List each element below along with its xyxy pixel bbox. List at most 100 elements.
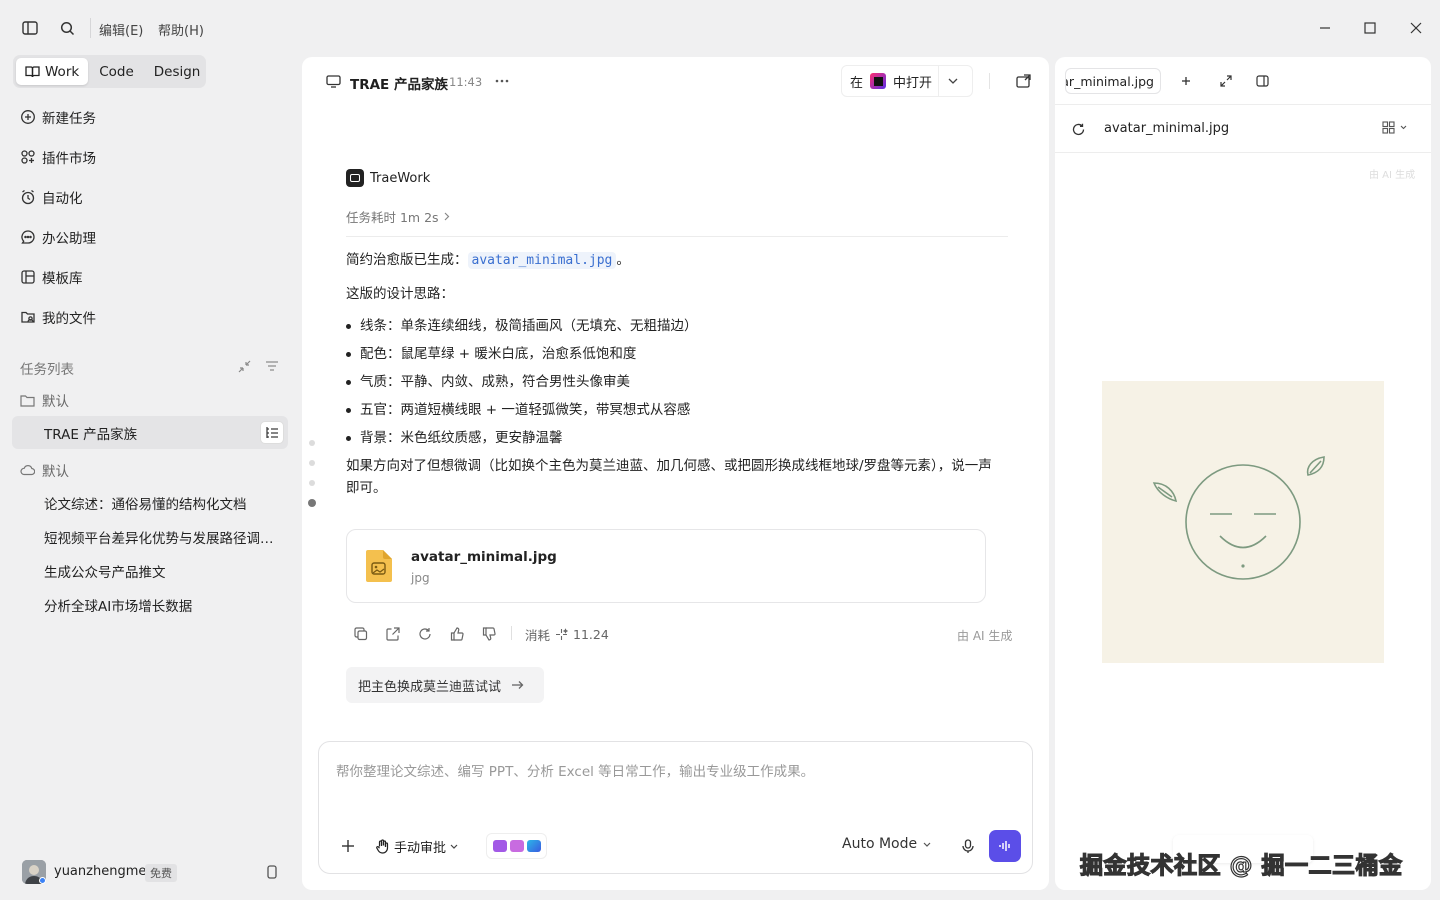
collapse-icon[interactable]: [235, 358, 253, 374]
mode-label: Auto Mode: [842, 836, 918, 852]
approval-dropdown[interactable]: 手动审批: [375, 837, 458, 856]
tab-design[interactable]: Design: [145, 58, 210, 85]
filter-icon[interactable]: [263, 358, 281, 374]
scroll-dot[interactable]: [309, 460, 315, 466]
my-files-icon: [21, 311, 35, 323]
doc-tool-icon: [526, 840, 541, 852]
suggestion-text: 把主色换成莫兰迪蓝试试: [358, 679, 502, 695]
refresh-icon[interactable]: [1069, 120, 1087, 138]
consume-value: 11.24: [573, 627, 609, 642]
bullet-text: 五官：两道短横线眼 + 一道轻弧微笑，带冥想式从容感: [360, 402, 691, 418]
task-list-title: 任务列表: [20, 362, 74, 378]
task-item[interactable]: 论文综述：通俗易懂的结构化文档: [12, 486, 288, 519]
nav-new-task[interactable]: 新建任务: [20, 106, 96, 128]
monitor-icon: [324, 73, 342, 89]
nav-template-library[interactable]: 模板库: [20, 266, 83, 288]
ai-generated-label: 由 AI 生成: [957, 629, 1013, 643]
scroll-dot[interactable]: [309, 480, 315, 486]
list-item: 背景：米色纸纹质感，更安静温馨: [346, 427, 1006, 449]
task-group-default[interactable]: 默认: [20, 390, 69, 410]
preview-panel: tar_minimal.jpg avatar_minimal.jpg 由 AI …: [1055, 57, 1431, 890]
open-in-prefix: 在: [850, 75, 864, 91]
agent-name: TraeWork: [370, 171, 431, 186]
sidebar-toggle-icon[interactable]: [20, 19, 40, 37]
task-outline-button[interactable]: [260, 421, 284, 444]
scroll-dot[interactable]: [309, 440, 315, 446]
nav-label: 模板库: [42, 271, 83, 287]
nav-plugin-market[interactable]: 插件市场: [20, 146, 96, 168]
menu-help[interactable]: 帮助(H): [158, 20, 204, 39]
scroll-dot-active[interactable]: [308, 499, 316, 507]
menu-edit[interactable]: 编辑(E): [99, 20, 143, 39]
avatar-image: [1102, 381, 1384, 663]
more-icon[interactable]: [492, 72, 512, 90]
intro-text: 简约治愈版已生成：: [346, 252, 468, 268]
file-card[interactable]: avatar_minimal.jpg jpg: [346, 529, 986, 603]
automation-icon: [21, 189, 35, 205]
task-item[interactable]: 短视频平台差异化优势与发展路径调研报告: [12, 520, 288, 553]
nav-label: 新建任务: [42, 111, 96, 127]
list-item: 线条：单条连续细线，极简插画风（无填充、无粗描边）: [346, 315, 1006, 337]
list-item: 气质：平静、内敛、成熟，符合男性头像审美: [346, 371, 1006, 393]
microphone-icon[interactable]: [959, 837, 977, 855]
expand-icon[interactable]: [1217, 72, 1235, 90]
nav-my-files[interactable]: 我的文件: [20, 306, 96, 328]
voice-send-button[interactable]: [989, 830, 1021, 862]
task-duration[interactable]: 任务耗时 1m 2s: [346, 207, 450, 226]
view-options-dropdown[interactable]: [1382, 121, 1407, 134]
add-icon[interactable]: [339, 837, 357, 855]
phone-icon[interactable]: [262, 862, 282, 882]
maximize-icon[interactable]: [1359, 18, 1381, 38]
nav-automation[interactable]: 自动化: [20, 186, 83, 208]
divider: [1055, 104, 1431, 105]
task-group-cloud[interactable]: 默认: [20, 460, 69, 480]
search-icon[interactable]: [57, 19, 77, 37]
file-type: jpg: [411, 571, 430, 585]
tab-code[interactable]: Code: [90, 58, 143, 85]
chat-title: TRAE 产品家族: [350, 77, 448, 93]
add-tab-icon[interactable]: [1177, 72, 1195, 90]
open-in-button[interactable]: 在 中打开: [841, 65, 973, 97]
waveform-icon: [999, 841, 1010, 851]
split-view-icon[interactable]: [1253, 72, 1271, 90]
preview-tab[interactable]: tar_minimal.jpg: [1065, 68, 1161, 94]
image-tool-icon: [509, 840, 524, 852]
tool-icons-group[interactable]: [486, 833, 547, 859]
divider: [346, 236, 1008, 237]
task-item-active[interactable]: TRAE 产品家族: [12, 416, 288, 449]
external-window-icon[interactable]: [1013, 71, 1033, 91]
action-divider: [511, 626, 512, 640]
composer[interactable]: 帮你整理论文综述、编写 PPT、分析 Excel 等日常工作，输出专业级工作成果…: [318, 741, 1033, 874]
bullet-text: 线条：单条连续细线，极简插画风（无填充、无粗描边）: [360, 318, 698, 334]
video-tool-icon: [492, 840, 507, 852]
task-title: 短视频平台差异化优势与发展路径调研报告: [44, 530, 280, 547]
task-item[interactable]: 生成公众号产品推文: [12, 554, 288, 587]
nav-office-assistant[interactable]: 办公助理: [20, 226, 96, 248]
task-item[interactable]: 分析全球AI市场增长数据: [12, 588, 288, 621]
plan-badge: 免费: [145, 864, 177, 882]
file-link[interactable]: avatar_minimal.jpg: [467, 252, 617, 269]
thumbs-up-icon[interactable]: [448, 625, 466, 643]
copy-icon[interactable]: [352, 625, 370, 643]
chevron-down-icon: [1400, 125, 1407, 130]
suggestion-chip[interactable]: 把主色换成莫兰迪蓝试试: [346, 667, 544, 703]
minimize-icon[interactable]: [1314, 18, 1336, 38]
tab-design-label: Design: [153, 63, 201, 80]
composer-input[interactable]: 帮你整理论文综述、编写 PPT、分析 Excel 等日常工作，输出专业级工作成果…: [336, 760, 814, 780]
titlebar-divider: [90, 18, 91, 38]
share-icon[interactable]: [384, 625, 402, 643]
tab-work[interactable]: Work: [16, 58, 89, 85]
nav-label: 自动化: [42, 191, 83, 207]
close-icon[interactable]: [1405, 18, 1427, 38]
cloud-icon: [20, 465, 35, 476]
thumbs-down-icon[interactable]: [480, 625, 498, 643]
preview-file-name: avatar_minimal.jpg: [1104, 121, 1230, 136]
group-label: 默认: [42, 464, 69, 480]
mode-dropdown[interactable]: Auto Mode: [842, 836, 931, 852]
preview-ai-tag: 由 AI 生成: [1369, 170, 1416, 181]
nav-label: 插件市场: [42, 151, 96, 167]
intro-suffix: 。: [616, 252, 630, 268]
chat-panel: TRAE 产品家族 11:43 在 中打开 TraeWork 任务耗时 1m 2…: [302, 57, 1049, 890]
duration-text: 任务耗时 1m 2s: [346, 210, 439, 225]
regenerate-icon[interactable]: [416, 625, 434, 643]
